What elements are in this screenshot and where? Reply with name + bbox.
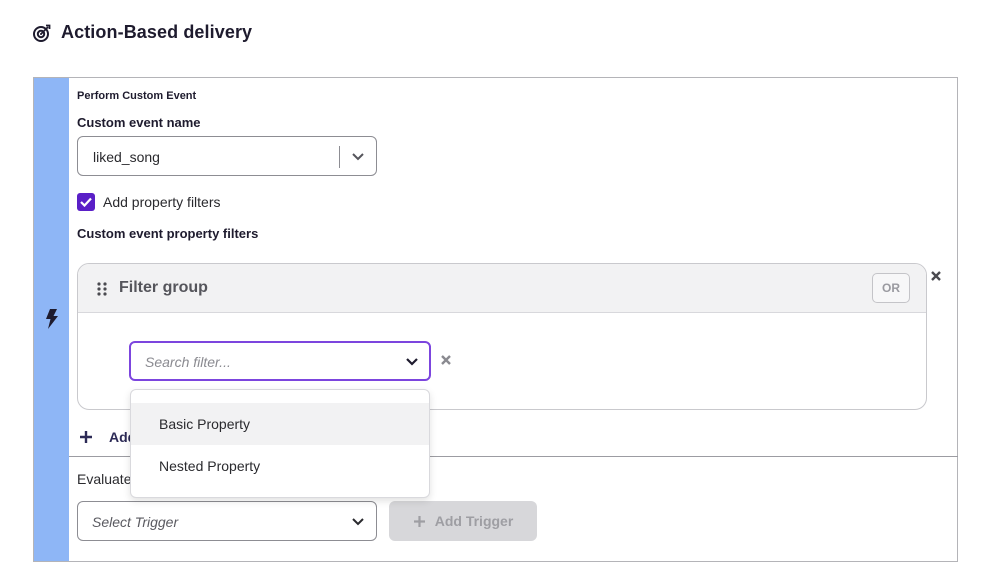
lightning-bolt-icon (46, 309, 58, 329)
select-separator (339, 146, 340, 168)
chevron-down-icon[interactable] (405, 356, 419, 368)
drag-handle-icon[interactable] (97, 282, 107, 296)
or-button[interactable]: OR (872, 273, 910, 303)
property-filters-label: Custom event property filters (77, 226, 259, 241)
evaluate-label: Evaluate (77, 471, 132, 487)
event-name-label: Custom event name (77, 115, 201, 130)
page-heading: Action-Based delivery (33, 22, 252, 43)
filter-group-title: Filter group (119, 279, 208, 296)
event-name-select[interactable]: liked_song (77, 136, 377, 176)
checkmark-icon (80, 197, 92, 207)
page-title: Action-Based delivery (61, 22, 253, 42)
property-filters-checkbox[interactable] (77, 193, 95, 211)
search-filter-placeholder: Search filter... (145, 354, 231, 370)
plus-icon (80, 431, 92, 443)
add-trigger-label: Add Trigger (434, 513, 514, 529)
filter-group: Filter group OR (77, 263, 927, 410)
filter-dropdown-menu: Basic Property Nested Property (130, 389, 430, 498)
select-trigger-placeholder: Select Trigger (92, 514, 179, 530)
add-trigger-button[interactable]: Add Trigger (389, 501, 537, 541)
filter-group-header: Filter group OR (78, 264, 926, 313)
plus-icon (413, 515, 425, 527)
remove-filter-icon[interactable] (440, 354, 452, 366)
property-filters-checkbox-label[interactable]: Add property filters (103, 194, 221, 210)
dropdown-option-nested-property[interactable]: Nested Property (131, 445, 429, 487)
chevron-down-icon[interactable] (351, 151, 365, 163)
dropdown-option-basic-property[interactable]: Basic Property (131, 403, 429, 445)
select-trigger-dropdown[interactable]: Select Trigger (77, 501, 377, 541)
chevron-down-icon[interactable] (351, 516, 365, 528)
add-group-button[interactable]: Add (79, 429, 136, 445)
action-type-label: Perform Custom Event (77, 90, 197, 102)
event-name-value: liked_song (93, 149, 160, 165)
close-icon[interactable] (930, 270, 942, 282)
search-filter-select[interactable]: Search filter... (129, 341, 431, 381)
target-icon (33, 24, 51, 42)
